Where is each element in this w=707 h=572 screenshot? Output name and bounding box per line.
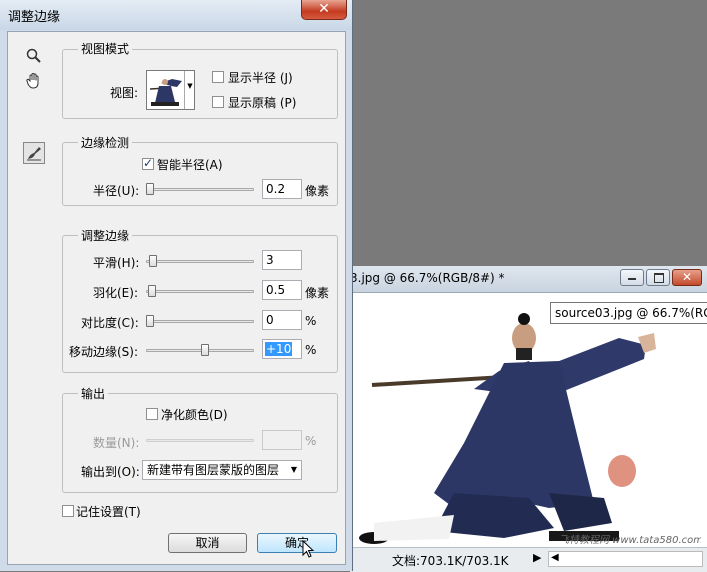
output-to-value: 新建带有图层蒙版的图层 (147, 463, 280, 477)
output-to-select[interactable]: 新建带有图层蒙版的图层 ▼ (142, 460, 302, 480)
document-horizontal-scrollbar[interactable]: ◀ (548, 551, 703, 567)
shift-edge-value-selected: +10 (265, 342, 293, 356)
radius-input[interactable]: 0.2 (262, 179, 302, 199)
scroll-left-arrow-icon[interactable]: ◀ (551, 552, 559, 563)
document-close-button[interactable]: ✕ (672, 269, 702, 286)
smooth-label: 平滑(H): (93, 256, 140, 270)
calligraphy-decoration (609, 363, 669, 483)
view-thumbnail (149, 79, 182, 106)
smart-radius-checkbox[interactable] (142, 156, 154, 170)
radius-unit: 像素 (305, 184, 330, 198)
edge-detection-title: 边缘检测 (78, 134, 133, 151)
radius-slider-track[interactable] (146, 188, 254, 191)
show-radius-checkbox[interactable] (212, 71, 224, 83)
watermark: 飞特教程网 www.tata580.com (559, 535, 701, 546)
close-icon: ✕ (318, 1, 330, 17)
amount-input (262, 430, 302, 450)
remember-settings-checkbox[interactable] (62, 505, 74, 517)
document-tooltip: source03.jpg @ 66.7%(RGB (550, 302, 707, 324)
dialog-close-button[interactable]: ✕ (301, 0, 347, 20)
shift-edge-slider-track[interactable] (146, 349, 254, 352)
contrast-slider-track[interactable] (146, 320, 254, 323)
dialog-titlebar[interactable]: 调整边缘 ✕ (0, 0, 352, 30)
smooth-slider-thumb[interactable] (149, 255, 157, 267)
show-radius-label: 显示半径 (J) (228, 71, 293, 85)
dialog-body: 视图模式 视图: ▼ 显示半径 (J) 显示原稿 (P) 边缘检测 智能半径(A… (7, 31, 346, 565)
view-mode-picker[interactable]: ▼ (146, 70, 195, 110)
refine-radius-tool-icon (27, 147, 41, 161)
shift-edge-slider-thumb[interactable] (201, 344, 209, 356)
view-mode-group (62, 49, 338, 119)
document-title: 3.jpg @ 66.7%(RGB/8#) * (350, 271, 505, 285)
smooth-slider-track[interactable] (146, 260, 254, 263)
radius-slider-thumb[interactable] (146, 183, 154, 195)
maximize-icon (654, 273, 664, 283)
smooth-input[interactable]: 3 (262, 250, 302, 270)
amount-slider-track (146, 439, 254, 442)
adjust-edge-title: 调整边缘 (78, 227, 133, 244)
refine-radius-tool-button[interactable] (23, 142, 45, 164)
view-label: 视图: (110, 86, 139, 100)
contrast-unit: % (305, 314, 317, 328)
show-original-checkbox[interactable] (212, 96, 224, 108)
mouse-cursor-icon (302, 540, 315, 558)
amount-label: 数量(N): (93, 436, 140, 450)
amount-unit: % (305, 434, 317, 448)
contrast-label: 对比度(C): (81, 316, 139, 330)
dialog-title: 调整边缘 (8, 10, 61, 25)
contrast-input[interactable]: 0 (262, 310, 302, 330)
shift-edge-label: 移动边缘(S): (69, 345, 139, 359)
feather-unit: 像素 (305, 286, 330, 300)
show-original-label: 显示原稿 (P) (228, 96, 297, 110)
output-title: 输出 (78, 385, 109, 402)
feather-slider-track[interactable] (146, 290, 254, 293)
radius-label: 半径(U): (93, 184, 140, 198)
document-maximize-button[interactable] (646, 269, 670, 286)
document-status-text: 文档:703.1K/703.1K (392, 554, 509, 568)
document-statusbar: 文档:703.1K/703.1K ▶ ◀ (350, 547, 707, 572)
shift-edge-input[interactable]: +10 (262, 339, 302, 359)
chevron-down-icon: ▼ (290, 465, 297, 474)
document-minimize-button[interactable] (620, 269, 644, 286)
decontaminate-checkbox[interactable] (146, 408, 158, 420)
shift-edge-unit: % (305, 343, 317, 357)
cancel-button[interactable]: 取消 (168, 533, 247, 553)
smart-radius-label: 智能半径(A) (157, 158, 223, 172)
remember-settings-label: 记住设置(T) (76, 505, 141, 519)
hand-tool-button[interactable] (23, 72, 45, 94)
feather-label: 羽化(E): (93, 286, 138, 300)
hand-tool-icon (26, 73, 39, 89)
ok-button[interactable]: 确定 (257, 533, 337, 553)
status-menu-arrow-icon[interactable]: ▶ (533, 551, 541, 564)
zoom-tool-icon (26, 48, 41, 63)
document-canvas[interactable]: 飞特教程网 www.tata580.com (354, 293, 701, 547)
view-mode-title: 视图模式 (78, 40, 133, 57)
decontaminate-label: 净化颜色(D) (161, 408, 228, 422)
minimize-icon (628, 278, 636, 280)
zoom-tool-button[interactable] (23, 48, 45, 70)
document-titlebar[interactable]: 3.jpg @ 66.7%(RGB/8#) * ✕ (350, 266, 707, 293)
feather-input[interactable]: 0.5 (262, 280, 302, 300)
refine-edge-dialog: 调整边缘 ✕ 视图模式 视图: ▼ 显示半径 (J) 显示原稿 (P) 边缘检测… (0, 0, 353, 571)
output-to-label: 输出到(O): (81, 465, 140, 479)
feather-slider-thumb[interactable] (148, 285, 156, 297)
close-icon: ✕ (682, 270, 693, 284)
chevron-down-icon: ▼ (184, 71, 195, 109)
document-window: 3.jpg @ 66.7%(RGB/8#) * ✕ 飞特教程网 www.tata… (350, 266, 707, 572)
contrast-slider-thumb[interactable] (146, 315, 154, 327)
